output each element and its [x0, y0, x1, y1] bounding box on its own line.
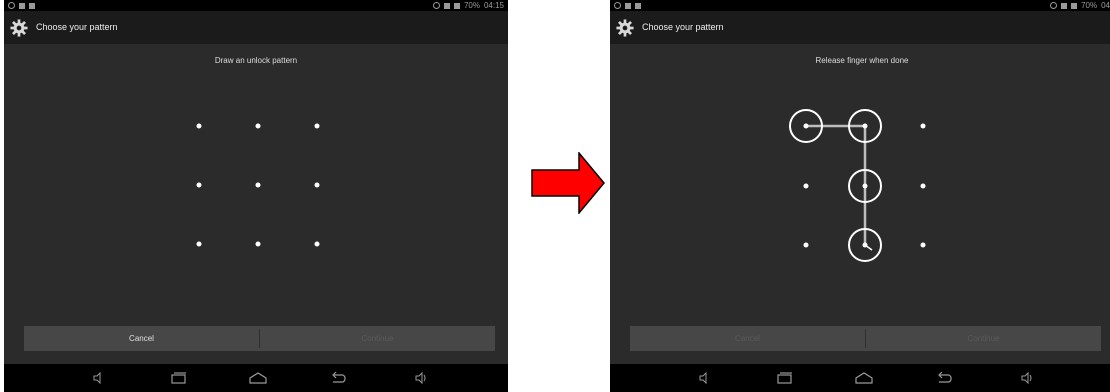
- wifi-icon: [443, 2, 450, 9]
- recent-apps-icon[interactable]: [776, 371, 794, 385]
- pattern-dot: [803, 123, 809, 129]
- page-title: Choose your pattern: [36, 22, 118, 32]
- battery-percent: 70%: [1081, 1, 1098, 10]
- page-title: Choose your pattern: [642, 22, 724, 32]
- back-icon[interactable]: [936, 371, 954, 385]
- screenshot-icon: [625, 2, 631, 9]
- continue-button[interactable]: Continue: [260, 326, 495, 351]
- pattern-dot: [920, 242, 926, 248]
- continue-button[interactable]: Continue: [866, 326, 1101, 351]
- pattern-dot: [314, 182, 320, 188]
- pattern-dot: [803, 183, 809, 189]
- pattern-dot: [196, 241, 202, 247]
- cancel-button[interactable]: Cancel: [630, 326, 865, 351]
- pattern-dot: [920, 183, 926, 189]
- pattern-dot: [803, 242, 809, 248]
- pattern-dot: [255, 182, 261, 188]
- volume-down-icon[interactable]: [92, 371, 106, 385]
- path-end-tick: [864, 244, 873, 251]
- home-icon[interactable]: [248, 371, 268, 385]
- usb-icon: [614, 2, 621, 9]
- pattern-content: Draw an unlock pattern Cancel Continue: [4, 44, 508, 364]
- pattern-dot: [862, 123, 868, 129]
- status-bar: 70% 04: [610, 0, 1110, 11]
- right-phone-screen: 70% 04 Choose your pattern Release finge…: [610, 0, 1110, 392]
- volume-up-icon[interactable]: [414, 371, 430, 385]
- volume-down-icon[interactable]: [698, 371, 712, 385]
- settings-gear-icon[interactable]: [10, 19, 28, 37]
- pattern-dot: [196, 182, 202, 188]
- pattern-grid[interactable]: [610, 44, 1110, 324]
- clock: 04: [1101, 1, 1110, 10]
- battery-icon: [453, 2, 460, 9]
- button-bar: Cancel Continue: [24, 326, 495, 351]
- pattern-path: [806, 124, 867, 245]
- home-icon[interactable]: [854, 371, 874, 385]
- status-bar: 70% 04:15: [4, 0, 508, 11]
- action-bar: Choose your pattern: [4, 11, 508, 44]
- wifi-icon: [1061, 2, 1068, 9]
- action-bar: Choose your pattern: [610, 11, 1110, 44]
- navigation-bar: [610, 364, 1110, 392]
- pattern-dot: [314, 123, 320, 129]
- pattern-dot: [314, 241, 320, 247]
- clock: 04:15: [483, 1, 504, 10]
- navigation-bar: [4, 364, 508, 392]
- screenshot-icon: [19, 2, 25, 9]
- transition-arrow-icon: [531, 152, 605, 214]
- alarm-icon: [432, 2, 440, 9]
- battery-icon: [1071, 2, 1078, 9]
- usb-icon: [8, 2, 15, 9]
- settings-gear-icon[interactable]: [616, 19, 634, 37]
- alarm-icon: [1050, 2, 1058, 9]
- sd-card-icon: [29, 2, 35, 9]
- cancel-button[interactable]: Cancel: [24, 326, 259, 351]
- pattern-dot: [920, 123, 926, 129]
- battery-percent: 70%: [463, 1, 480, 10]
- left-phone-screen: 70% 04:15 Choose your pattern Draw an un…: [4, 0, 508, 392]
- pattern-grid[interactable]: [4, 44, 508, 324]
- volume-up-icon[interactable]: [1020, 371, 1036, 385]
- pattern-dot: [255, 241, 261, 247]
- back-icon[interactable]: [330, 371, 348, 385]
- recent-apps-icon[interactable]: [170, 371, 188, 385]
- pattern-dot: [196, 123, 202, 129]
- sd-card-icon: [635, 2, 641, 9]
- button-bar: Cancel Continue: [630, 326, 1101, 351]
- pattern-content: Release finger when done Cancel Continue: [610, 44, 1110, 364]
- pattern-dot: [255, 123, 261, 129]
- pattern-dot: [862, 183, 868, 189]
